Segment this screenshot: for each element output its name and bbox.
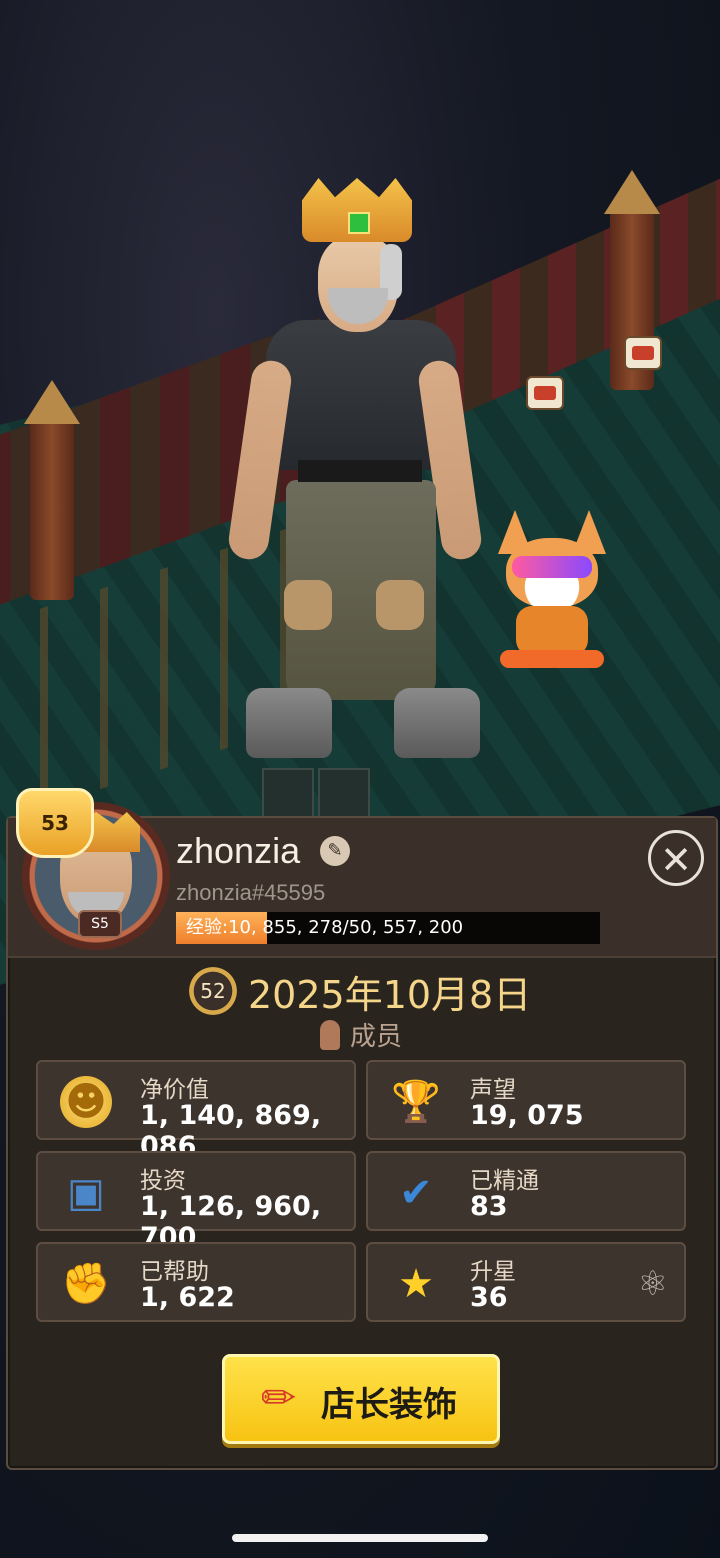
- stat-label: 升星: [470, 1259, 516, 1285]
- coin-icon: ☻: [60, 1076, 112, 1128]
- crown-gem: [348, 212, 370, 234]
- xp-progress-bar: 经验:10, 855, 278/50, 557, 200: [176, 912, 600, 944]
- member-role: 成员: [350, 1022, 403, 1052]
- atom-icon[interactable]: ⚛: [638, 1264, 668, 1304]
- axe-icon: [318, 768, 370, 822]
- stat-star-up[interactable]: ★ 升星 36 ⚛: [366, 1242, 686, 1322]
- treasure-chest-icon[interactable]: [626, 338, 660, 368]
- profile-header: S5 53 zhonzia ✎ zhonzia#45595 经验:10, 855…: [8, 788, 716, 958]
- stat-label: 已精通: [470, 1168, 539, 1194]
- weapon-display: [262, 768, 372, 822]
- book-check-icon: ✔: [399, 1170, 433, 1216]
- fist-icon: ✊: [61, 1261, 111, 1307]
- home-indicator[interactable]: [232, 1534, 488, 1542]
- stat-value: 1, 622: [140, 1282, 235, 1313]
- rank-laurel-icon: 52: [186, 964, 240, 1018]
- player-character[interactable]: [226, 170, 484, 780]
- trophy-icon: 🏆: [391, 1079, 441, 1125]
- sunglasses-icon: [512, 556, 592, 578]
- star-icon: ★: [398, 1261, 434, 1307]
- user-tag: zhonzia#45595: [176, 880, 326, 905]
- stat-value: 36: [470, 1282, 508, 1313]
- crown-icon: [302, 178, 412, 242]
- username: zhonzia: [176, 830, 301, 871]
- stat-label: 声望: [470, 1077, 516, 1103]
- character-belt: [298, 460, 422, 482]
- pencil-icon: ✏: [261, 1373, 297, 1422]
- corner-tower-left: [24, 380, 80, 600]
- stat-investment[interactable]: ▣ 投资 1, 126, 960, 700: [36, 1151, 356, 1253]
- character-boot: [246, 688, 332, 758]
- stat-label: 已帮助: [140, 1259, 209, 1285]
- player-profile-panel: S5 53 zhonzia ✎ zhonzia#45595 经验:10, 855…: [6, 788, 718, 1470]
- stat-reputation[interactable]: 🏆 声望 19, 075: [366, 1060, 686, 1140]
- stat-value: 83: [470, 1191, 508, 1222]
- knee-pad: [284, 580, 332, 630]
- edit-name-icon[interactable]: ✎: [320, 836, 350, 866]
- hoverboard-icon: [500, 650, 604, 668]
- stat-helped[interactable]: ✊ 已帮助 1, 622: [36, 1242, 356, 1322]
- season-badge: S5: [78, 910, 122, 938]
- stat-label: 投资: [140, 1168, 186, 1194]
- stat-mastered[interactable]: ✔ 已精通 83: [366, 1151, 686, 1231]
- join-date: 2025年10月8日: [248, 973, 532, 1017]
- corgi-pet[interactable]: [492, 510, 612, 690]
- pet-body: [516, 606, 588, 656]
- stat-value: 19, 075: [470, 1100, 584, 1131]
- building-icon: ▣: [67, 1170, 105, 1216]
- stat-net-worth[interactable]: ☻ 净价值 1, 140, 869, 086: [36, 1060, 356, 1162]
- treasure-chest-icon[interactable]: [528, 378, 562, 408]
- knee-pad: [376, 580, 424, 630]
- member-icon: [320, 1020, 340, 1050]
- stat-label: 净价值: [140, 1077, 209, 1103]
- character-boot: [394, 688, 480, 758]
- manager-decoration-button[interactable]: ✏ 店长装饰: [222, 1354, 500, 1444]
- close-button[interactable]: ✕: [648, 830, 704, 886]
- xp-text: 经验:10, 855, 278/50, 557, 200: [186, 917, 464, 938]
- sword-icon: [262, 768, 314, 822]
- level-badge: 53: [16, 788, 94, 858]
- decoration-button-label: 店长装饰: [321, 1385, 457, 1425]
